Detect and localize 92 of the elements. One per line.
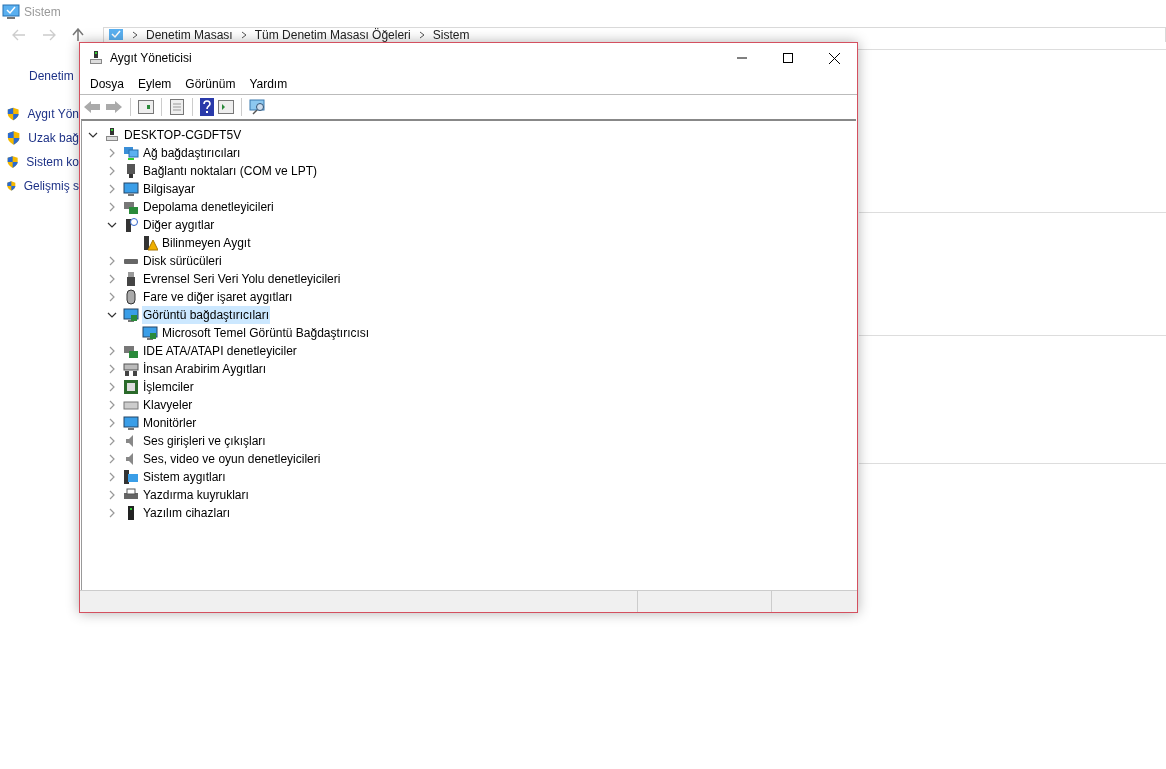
scan-monitor-icon[interactable]	[249, 99, 267, 115]
up-icon[interactable]	[72, 27, 84, 42]
tree-item[interactable]: DESKTOP-CGDFT5V	[123, 126, 243, 144]
control-panel-icon	[108, 28, 124, 42]
forward-icon[interactable]	[105, 100, 123, 114]
computer-icon	[88, 50, 104, 66]
expand-chevron-icon[interactable]	[107, 472, 117, 482]
collapse-chevron-icon[interactable]	[88, 130, 98, 140]
tree-item[interactable]: Disk sürücüleri	[142, 252, 223, 270]
mouse-icon	[123, 289, 139, 305]
computer-icon	[104, 127, 120, 143]
system-device-icon	[123, 469, 139, 485]
tree-item[interactable]: IDE ATA/ATAPI denetleyiciler	[142, 342, 298, 360]
expand-chevron-icon[interactable]	[107, 274, 117, 284]
breadcrumb-separator-icon	[240, 31, 247, 39]
tree-item[interactable]: Evrensel Seri Veri Yolu denetleyicileri	[142, 270, 342, 288]
network-icon	[123, 145, 139, 161]
menu-item[interactable]: Yardım	[242, 74, 295, 93]
minimize-icon	[737, 57, 747, 59]
keyboard-joystick-icon	[123, 361, 139, 377]
tree-item[interactable]: Yazdırma kuyrukları	[142, 486, 250, 504]
properties-icon[interactable]	[169, 99, 185, 115]
menu-item[interactable]: Dosya	[83, 74, 131, 93]
expand-chevron-icon[interactable]	[107, 436, 117, 446]
expand-chevron-icon[interactable]	[107, 148, 117, 158]
tree-item[interactable]: Ağ bağdaştırıcıları	[142, 144, 242, 162]
breadcrumb-item[interactable]: Tüm Denetim Masası Öğeleri	[254, 28, 411, 42]
monitor-icon	[123, 415, 139, 431]
tree-item[interactable]: Microsoft Temel Görüntü Bağdaştırıcısı	[161, 324, 371, 342]
monitor-icon	[142, 325, 158, 341]
back-icon[interactable]	[83, 100, 101, 114]
expand-chevron-icon[interactable]	[107, 508, 117, 518]
sidebar-link[interactable]: Gelişmiş s	[23, 177, 79, 195]
close-icon	[828, 52, 840, 64]
expand-chevron-icon[interactable]	[107, 166, 117, 176]
sidebar-link[interactable]: Uzak bağ	[28, 129, 79, 147]
window-title: Aygıt Yöneticisi	[110, 50, 193, 67]
tree-item[interactable]: Ses girişleri ve çıkışları	[142, 432, 267, 450]
monitor-icon	[123, 181, 139, 197]
maximize-icon	[783, 53, 793, 63]
shield-icon	[6, 154, 20, 170]
shield-icon	[6, 106, 21, 122]
processor-icon	[123, 379, 139, 395]
help-icon[interactable]	[200, 98, 214, 116]
tree-item[interactable]: Depolama denetleyicileri	[142, 198, 275, 216]
forward-icon[interactable]	[42, 28, 56, 41]
tree-item[interactable]: Klavyeler	[142, 396, 194, 414]
collapse-chevron-icon[interactable]	[107, 220, 117, 230]
expand-chevron-icon[interactable]	[107, 490, 117, 500]
menu-item[interactable]: Eylem	[131, 74, 179, 93]
controller-icon	[123, 199, 139, 215]
warning-device-icon	[142, 235, 158, 251]
window-title: Sistem	[24, 4, 61, 21]
expand-chevron-icon[interactable]	[107, 400, 117, 410]
expand-chevron-icon[interactable]	[107, 454, 117, 464]
shield-icon	[6, 178, 17, 194]
controller-icon	[123, 343, 139, 359]
tree-item[interactable]: Fare ve diğer işaret aygıtları	[142, 288, 294, 306]
breadcrumb-item[interactable]: Denetim Masası	[146, 28, 233, 42]
expand-chevron-icon[interactable]	[107, 184, 117, 194]
tree-item[interactable]: Bağlantı noktaları (COM ve LPT)	[142, 162, 319, 180]
tree-item[interactable]: İnsan Arabirim Aygıtları	[142, 360, 268, 378]
expand-chevron-icon[interactable]	[107, 382, 117, 392]
monitor-icon	[123, 307, 139, 323]
sidebar-link[interactable]: Aygıt Yön	[27, 105, 79, 123]
breadcrumb-separator-icon	[132, 31, 138, 39]
tree-item[interactable]: Monitörler	[142, 414, 198, 432]
shield-icon	[6, 130, 22, 146]
collapse-chevron-icon[interactable]	[107, 310, 117, 320]
tree-item[interactable]: Ses, video ve oyun denetleyicileri	[142, 450, 322, 468]
menu-item[interactable]: Görünüm	[178, 74, 243, 93]
section-heading: Denetim	[28, 68, 75, 85]
expand-chevron-icon[interactable]	[107, 346, 117, 356]
console-tree-icon[interactable]	[138, 100, 154, 114]
expand-chevron-icon[interactable]	[107, 202, 117, 212]
tree-item[interactable]: Sistem aygıtları	[142, 468, 227, 486]
unknown-device-icon	[123, 217, 139, 233]
tree-item[interactable]: Diğer aygıtlar	[142, 216, 216, 234]
tree-item[interactable]: Görüntü bağdaştırıcıları	[142, 306, 271, 324]
action-pane-icon[interactable]	[218, 100, 234, 114]
back-icon[interactable]	[12, 28, 26, 41]
tree-item[interactable]: Bilinmeyen Aygıt	[161, 234, 252, 252]
sidebar-link[interactable]: Sistem ko	[26, 153, 79, 171]
expand-chevron-icon[interactable]	[107, 256, 117, 266]
expand-chevron-icon[interactable]	[107, 292, 117, 302]
tree-item[interactable]: Bilgisayar	[142, 180, 197, 198]
breadcrumb-separator-icon	[418, 31, 425, 39]
breadcrumb-item[interactable]: Sistem	[432, 28, 470, 42]
expand-chevron-icon[interactable]	[107, 418, 117, 428]
tree-item[interactable]: Yazılım cihazları	[142, 504, 232, 522]
expand-chevron-icon[interactable]	[107, 364, 117, 374]
tree-item[interactable]: İşlemciler	[142, 378, 195, 396]
